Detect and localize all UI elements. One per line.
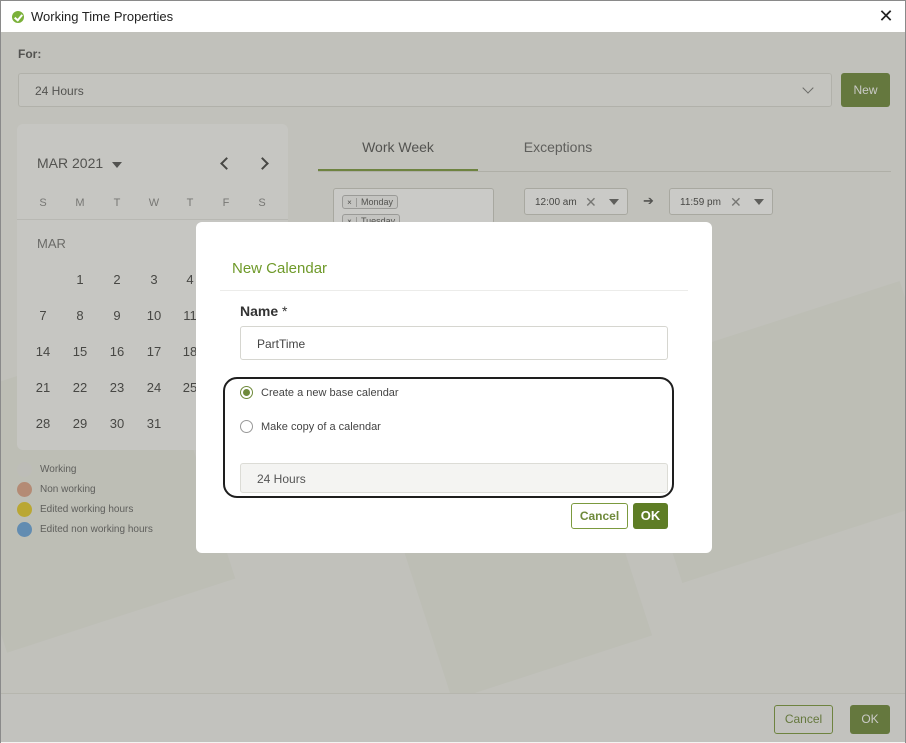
new-calendar-dialog: New Calendar Name * PartTime Create a ne… [196,222,712,553]
option-make-copy[interactable]: Make copy of a calendar [240,420,381,433]
name-label-text: Name [240,303,279,319]
copy-source-value: 24 Hours [257,472,306,486]
dialog-divider [220,290,688,291]
option-create-new-label: Create a new base calendar [261,386,399,399]
copy-source-select[interactable]: 24 Hours [240,463,668,493]
title-bar: Working Time Properties ✕ [1,1,905,32]
option-create-new[interactable]: Create a new base calendar [240,386,399,399]
dialog-title: New Calendar [232,260,328,277]
working-time-properties-window: Working Time Properties ✕ For: 24 Hours … [0,0,906,743]
radio-selected[interactable] [240,386,253,399]
close-icon[interactable]: ✕ [875,5,897,27]
calendar-name-value: PartTime [257,337,306,351]
app-logo-icon [12,10,24,23]
dialog-ok-button[interactable]: OK [633,503,668,529]
radio-unselected[interactable] [240,420,253,433]
option-make-copy-label: Make copy of a calendar [261,420,381,433]
calendar-name-input[interactable]: PartTime [240,326,668,360]
window-title: Working Time Properties [31,9,174,24]
required-mark: * [282,303,288,319]
name-label: Name * [240,303,287,319]
dialog-cancel-button[interactable]: Cancel [571,503,628,529]
